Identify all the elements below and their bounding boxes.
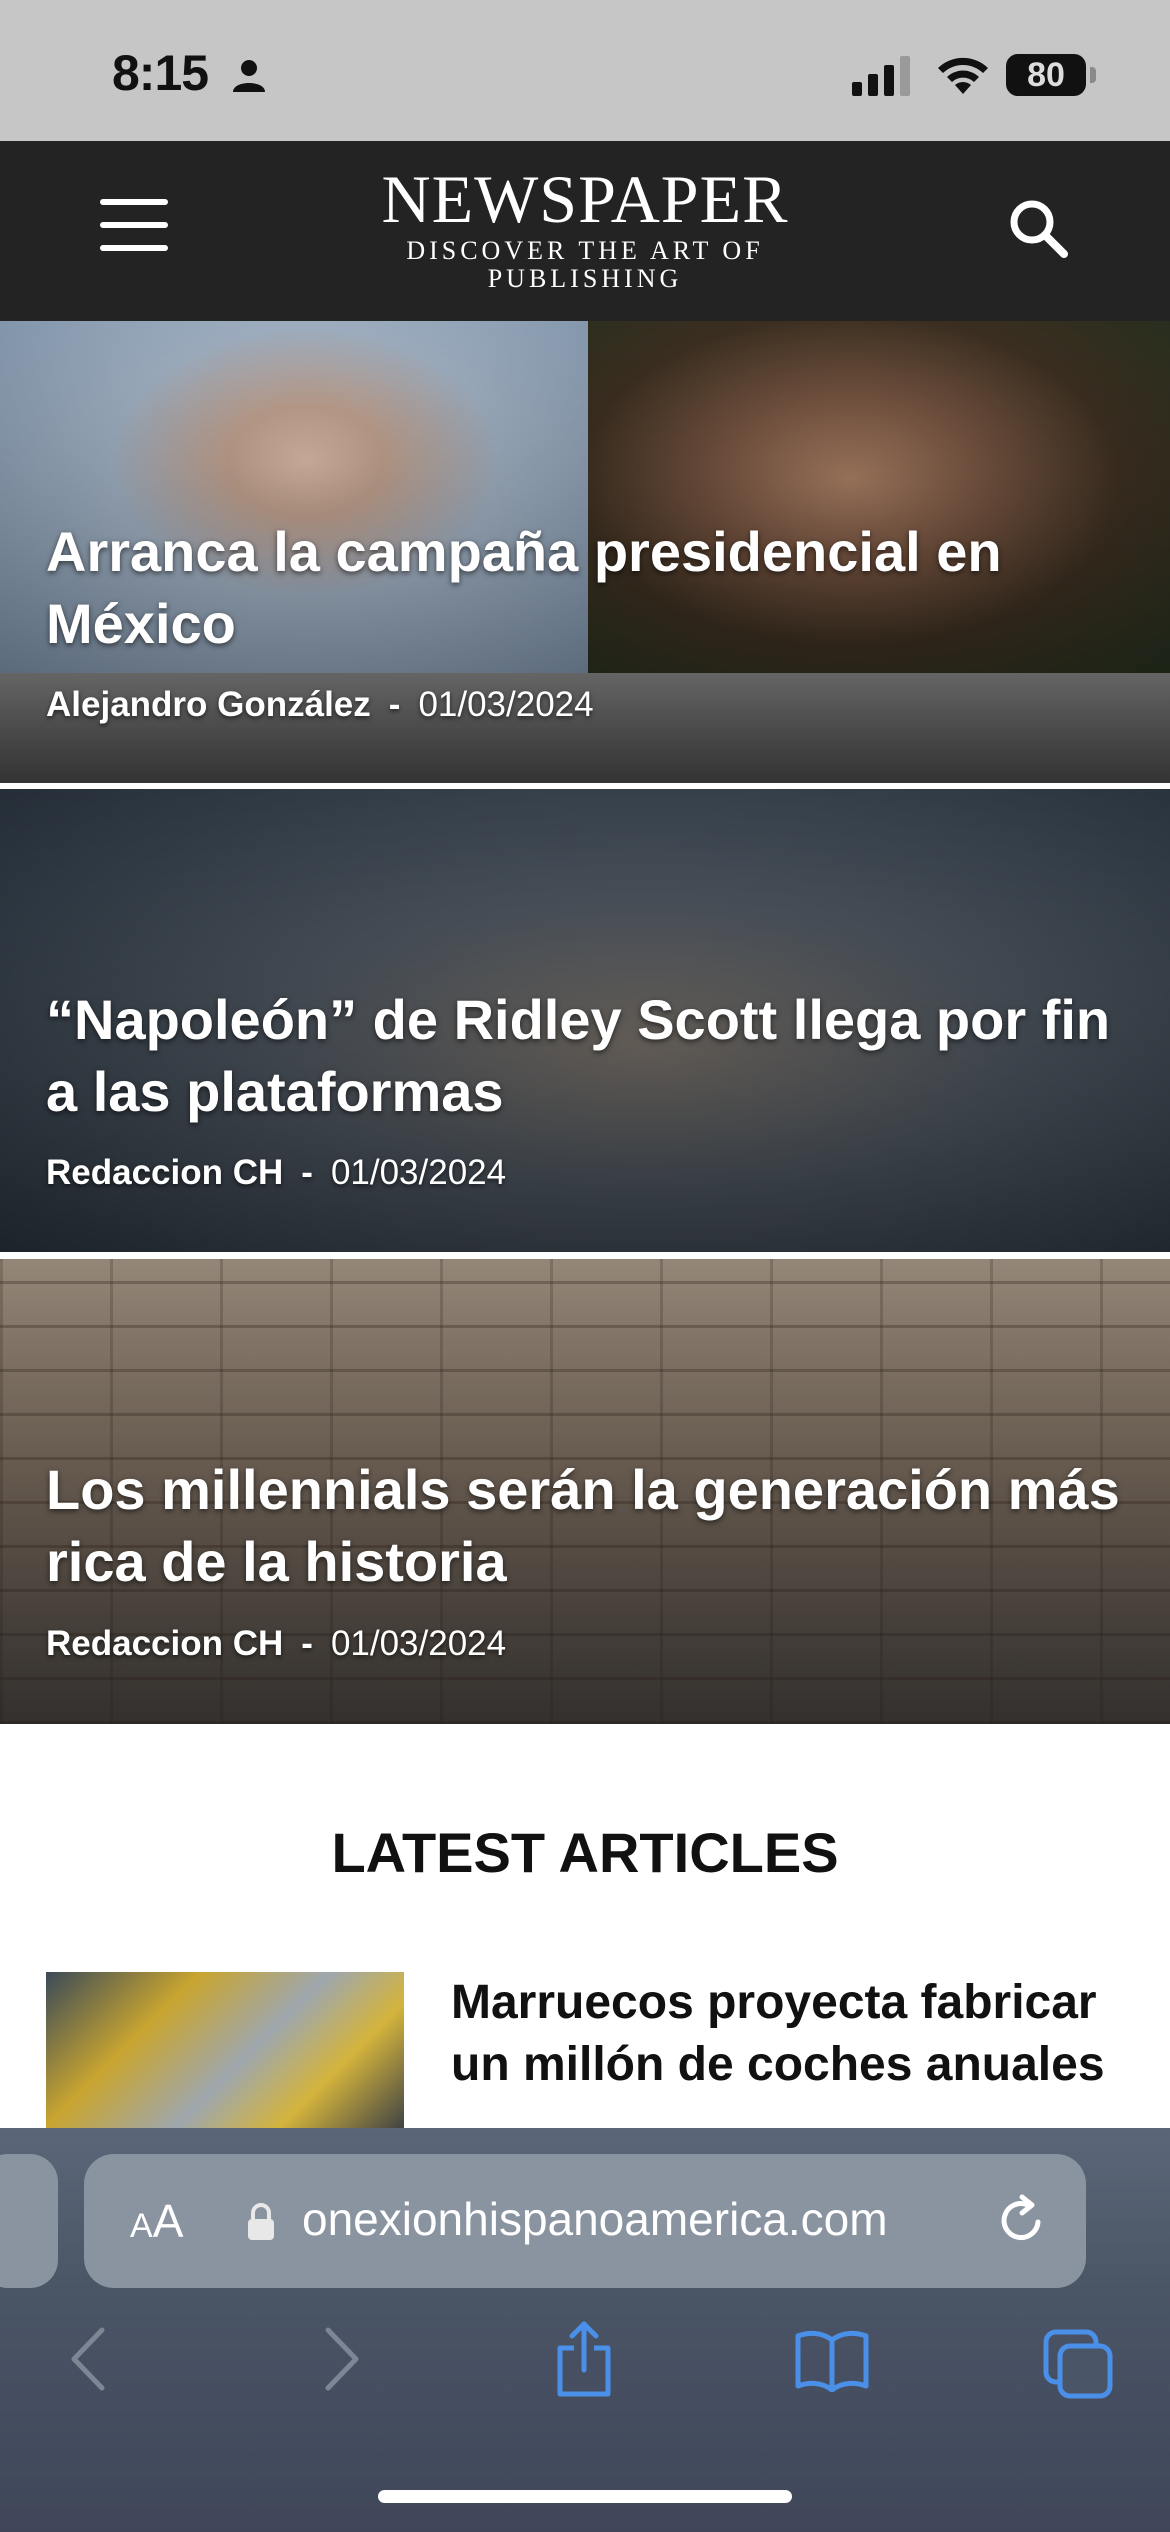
status-bar: 8:15 80 [0, 0, 1170, 141]
meta-separator: - [301, 1624, 313, 1663]
lock-icon [248, 2203, 274, 2240]
battery-level: 80 [1027, 56, 1065, 94]
hero-meta: Redaccion CH -01/03/2024 [46, 1624, 506, 1664]
article-date: 01/03/2024 [330, 1624, 507, 1663]
article-author: Redaccion CH [46, 1624, 284, 1663]
hero-meta: Alejandro González -01/03/2024 [46, 685, 594, 725]
tabs-icon[interactable] [1042, 2328, 1114, 2400]
hero-article-card[interactable]: Arranca la campaña presidencial en Méxic… [0, 321, 1170, 783]
url-text[interactable]: onexionhispanoamerica.com [302, 2192, 888, 2246]
meta-separator: - [388, 685, 401, 724]
hero-article-card[interactable]: “Napoleón” de Ridley Scott llega por fin… [0, 789, 1170, 1252]
status-time: 8:15 [112, 45, 209, 101]
share-icon[interactable] [552, 2320, 616, 2398]
latest-articles-heading: LATEST ARTICLES [331, 1821, 839, 1884]
article-thumbnail[interactable] [46, 1972, 404, 2132]
hamburger-menu-icon[interactable] [100, 199, 168, 251]
brand-tagline: DISCOVER THE ART OF PUBLISHING [406, 236, 764, 293]
hero-meta: Redaccion CH -01/03/2024 [46, 1153, 506, 1193]
back-icon[interactable] [66, 2324, 112, 2394]
site-header: NEWSPAPER DISCOVER THE ART OF PUBLISHING [0, 141, 1170, 321]
article-title[interactable]: Marruecos proyecta fabricar un millón de… [451, 1972, 1131, 2096]
article-date: 01/03/2024 [418, 685, 594, 724]
hero-title[interactable]: Arranca la campaña presidencial en Méxic… [46, 516, 1126, 660]
browser-toolbar: AA onexionhispanoamerica.com [0, 2128, 1170, 2532]
cellular-signal-icon [852, 56, 910, 96]
wifi-icon [938, 57, 988, 94]
bookmarks-icon[interactable] [794, 2328, 870, 2392]
forward-icon[interactable] [318, 2324, 364, 2394]
site-logo[interactable]: NEWSPAPER DISCOVER THE ART OF PUBLISHING [300, 163, 870, 293]
article-author: Alejandro González [46, 685, 371, 724]
article-date: 01/03/2024 [330, 1153, 507, 1192]
home-indicator[interactable] [378, 2490, 792, 2503]
reload-icon[interactable] [994, 2192, 1050, 2248]
hero-article-card[interactable]: Los millennials serán la generación más … [0, 1259, 1170, 1724]
hero-title[interactable]: Los millennials serán la generación más … [46, 1454, 1126, 1598]
brand-name: NEWSPAPER [381, 161, 789, 237]
text-size-button[interactable]: AA [130, 2194, 183, 2248]
article-author: Redaccion CH [46, 1153, 284, 1192]
meta-separator: - [301, 1153, 313, 1192]
person-icon [233, 60, 265, 92]
search-icon[interactable] [1006, 196, 1070, 260]
address-bar[interactable]: AA onexionhispanoamerica.com [84, 2154, 1086, 2288]
previous-tab-peek[interactable] [0, 2154, 58, 2288]
hero-title[interactable]: “Napoleón” de Ridley Scott llega por fin… [46, 984, 1126, 1128]
